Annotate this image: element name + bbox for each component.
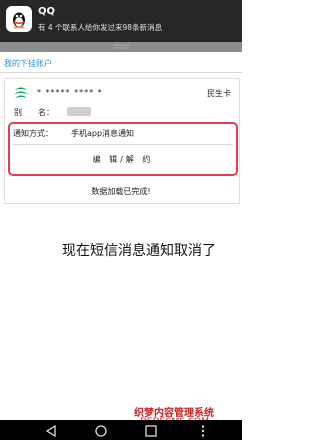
minsheng-bank-logo — [12, 86, 30, 106]
notification-message: 有 4 个联系人给你发过来98条新消息 — [38, 23, 163, 32]
notification-title: QQ — [38, 6, 56, 17]
edit-cancel-button[interactable]: 编 辑/解 约 — [10, 148, 236, 172]
menu-icon[interactable] — [196, 423, 210, 437]
notify-method-box: 通知方式： 手机app消息通知 编 辑/解 约 — [8, 122, 238, 176]
qq-penguin-icon — [6, 6, 32, 32]
navigation-bar — [0, 420, 242, 440]
account-number: * ***** **** * — [37, 88, 103, 97]
load-status-text: 数据加载已完成! — [91, 187, 151, 196]
home-icon[interactable] — [94, 423, 108, 437]
alias-label: 别 名： — [14, 108, 54, 117]
notify-method-value: 手机app消息通知 — [71, 129, 135, 138]
notify-method-label: 通知方式： — [13, 129, 53, 138]
recents-icon[interactable] — [144, 423, 158, 437]
notification-banner[interactable]: QQ 有 4 个联系人给你发过来98条新消息 — [0, 0, 242, 42]
caption-text: 现在短信消息通知取消了 — [62, 243, 216, 259]
back-icon[interactable] — [44, 423, 58, 438]
alias-value-redacted — [67, 107, 91, 116]
section-title: 我的下挂账户 — [4, 59, 52, 68]
section-divider — [0, 72, 242, 73]
bank-name: 民生卡 — [207, 89, 231, 98]
account-sheet: 我的下挂账户 * ***** **** * 民生卡 别 名： 通知方式： 手机a… — [0, 52, 242, 427]
drag-handle-icon[interactable] — [113, 44, 129, 49]
notify-divider — [13, 144, 233, 145]
